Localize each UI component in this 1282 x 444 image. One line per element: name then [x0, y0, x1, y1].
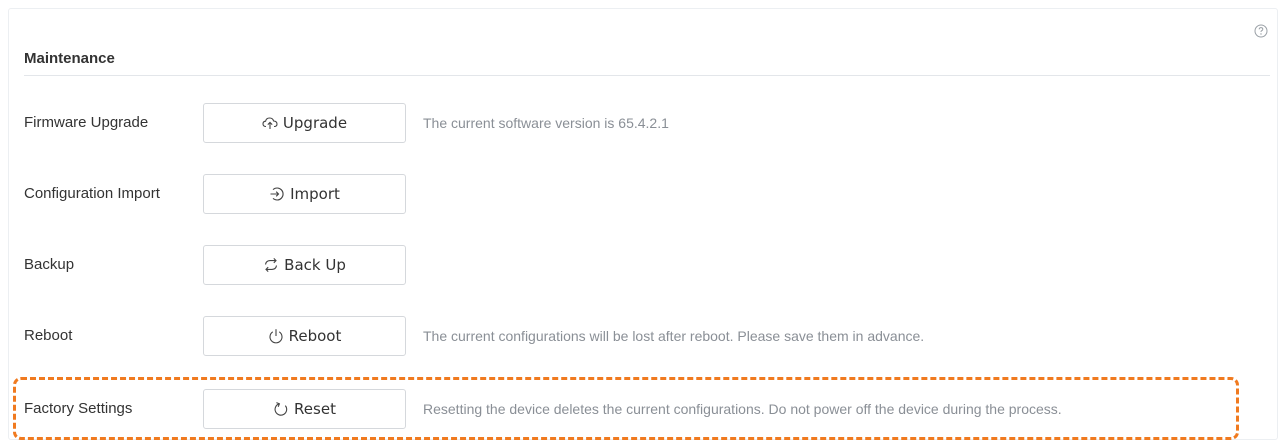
- section-divider: [24, 75, 1270, 76]
- configuration-import-label: Configuration Import: [24, 185, 160, 202]
- reset-icon: [273, 401, 289, 417]
- upgrade-button-label: Upgrade: [282, 114, 348, 132]
- backup-row: Backup Back Up: [0, 245, 1282, 285]
- reset-button[interactable]: Reset: [203, 389, 406, 429]
- maintenance-panel: [8, 8, 1278, 440]
- reboot-label: Reboot: [24, 327, 73, 344]
- reset-warning-note: Resetting the device deletes the current…: [423, 401, 1062, 417]
- factory-settings-row: Factory Settings Reset Resetting the dev…: [0, 389, 1282, 429]
- reboot-button-label: Reboot: [288, 327, 342, 345]
- backup-label: Backup: [24, 256, 75, 273]
- firmware-upgrade-label: Firmware Upgrade: [24, 114, 149, 131]
- firmware-upgrade-row: Firmware Upgrade Upgrade The current sof…: [0, 103, 1282, 143]
- section-title: Maintenance: [24, 50, 115, 67]
- help-icon[interactable]: [1254, 24, 1268, 38]
- firmware-version-note: The current software version is 65.4.2.1: [423, 115, 669, 131]
- reboot-row: Reboot Reboot The current configurations…: [0, 316, 1282, 356]
- reboot-button[interactable]: Reboot: [203, 316, 406, 356]
- reboot-warning-note: The current configurations will be lost …: [423, 328, 925, 344]
- configuration-import-row: Configuration Import Import: [0, 174, 1282, 214]
- cloud-upload-icon: [262, 116, 278, 130]
- sync-icon: [263, 257, 279, 273]
- factory-settings-label: Factory Settings: [24, 400, 133, 417]
- back-up-button[interactable]: Back Up: [203, 245, 406, 285]
- power-icon: [268, 328, 284, 344]
- import-button-label: Import: [290, 185, 340, 203]
- import-button[interactable]: Import: [203, 174, 406, 214]
- reset-button-label: Reset: [294, 400, 336, 418]
- import-icon: [269, 186, 285, 202]
- upgrade-button[interactable]: Upgrade: [203, 103, 406, 143]
- back-up-button-label: Back Up: [284, 256, 346, 274]
